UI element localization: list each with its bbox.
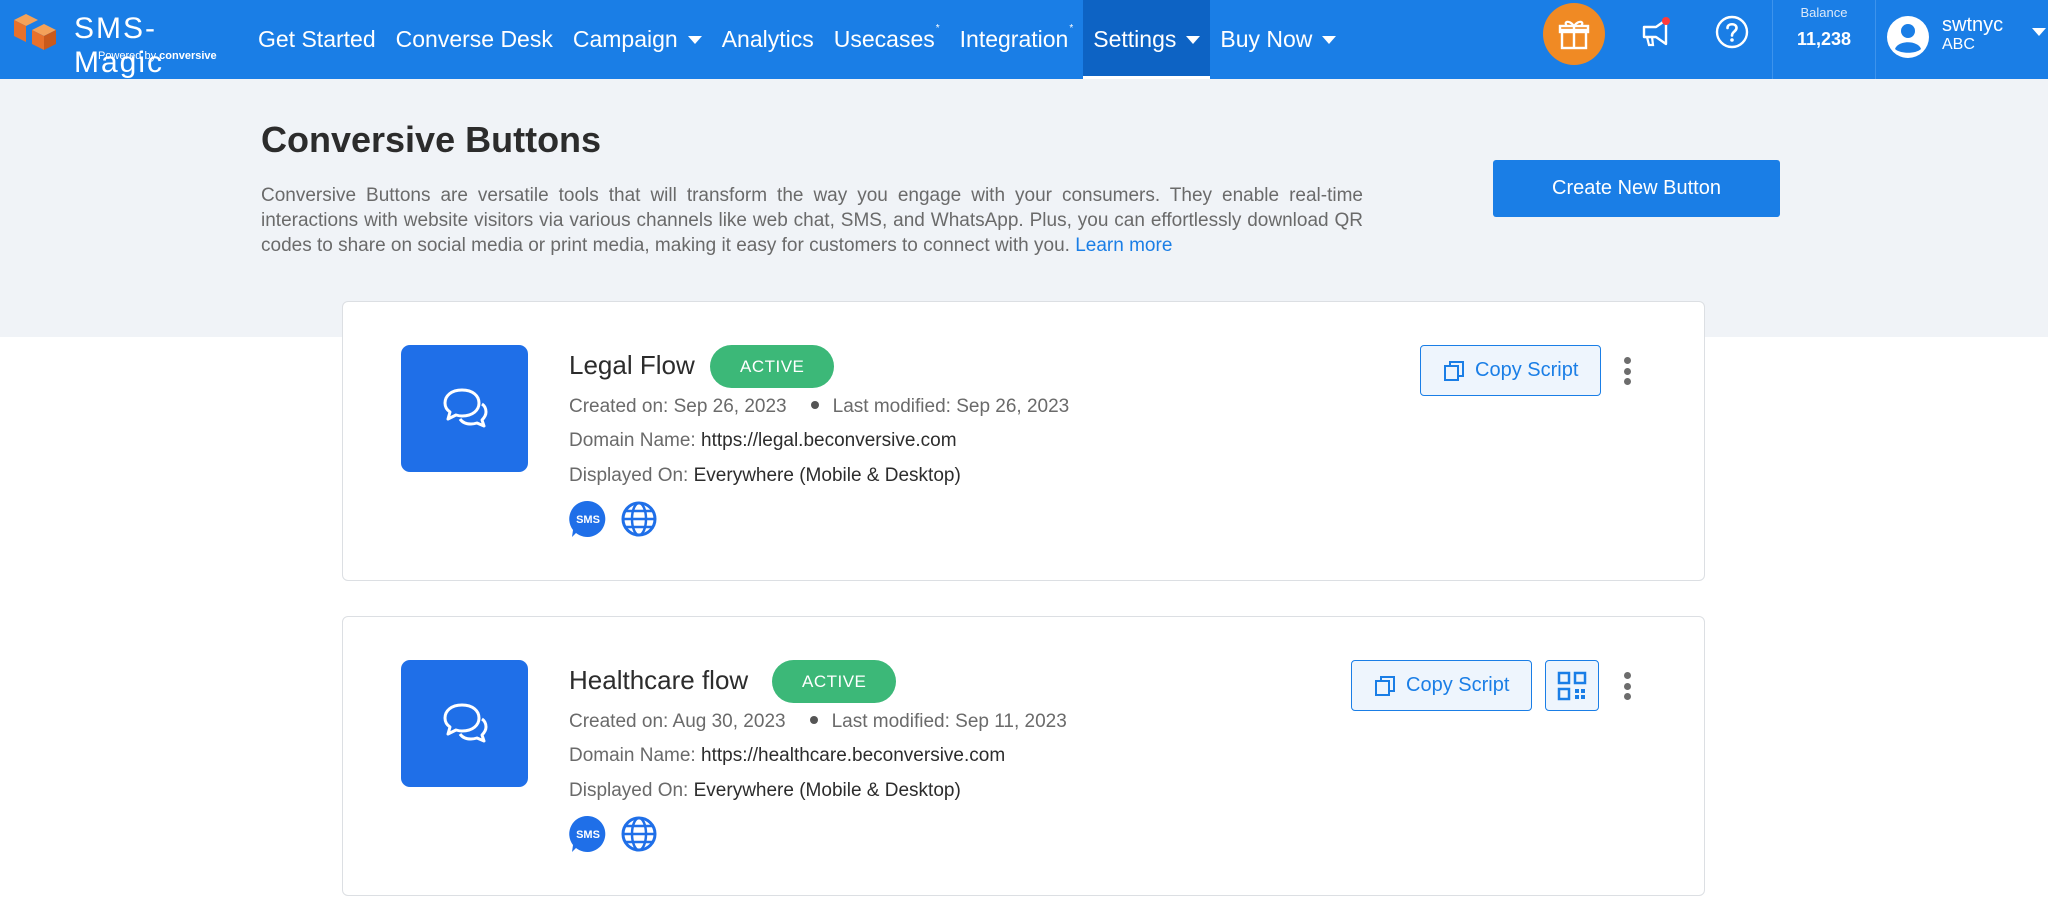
chat-bubbles-icon <box>443 703 487 742</box>
announcements-button[interactable] <box>1633 10 1677 54</box>
status-badge: ACTIVE <box>710 345 835 388</box>
button-dates: Created on: Sep 26, 2023 Last modified: S… <box>569 396 1070 417</box>
more-options-button[interactable] <box>1617 354 1637 388</box>
chevron-down-icon <box>1322 35 1337 44</box>
channel-icons: SMS <box>569 815 658 853</box>
chat-button-thumbnail <box>401 660 528 787</box>
brand-powered-by: Powered by conversive <box>98 50 217 62</box>
button-domain: Domain Name: https://healthcare.beconver… <box>569 745 1006 766</box>
nav-item-converse-desk[interactable]: Converse Desk <box>386 0 563 79</box>
button-displayed-on: Displayed On: Everywhere (Mobile & Deskt… <box>569 780 961 801</box>
copy-script-button[interactable]: Copy Script <box>1351 660 1533 711</box>
more-options-button[interactable] <box>1617 669 1637 703</box>
button-displayed-on: Displayed On: Everywhere (Mobile & Deskt… <box>569 465 961 486</box>
kebab-dot <box>1623 682 1631 690</box>
nav-item-integration[interactable]: Integration * <box>950 0 1084 79</box>
sms-channel-icon: SMS <box>569 815 606 852</box>
nav-item-buy-now[interactable]: Buy Now <box>1210 0 1346 79</box>
page-title: Conversive Buttons <box>261 119 602 160</box>
page-header: Conversive Buttons Conversive Buttons ar… <box>0 79 2048 337</box>
user-icon <box>1887 16 1929 58</box>
sms-label: SMS <box>576 514 600 526</box>
nav-item-analytics[interactable]: Analytics <box>712 0 824 79</box>
help-button[interactable] <box>1710 10 1754 54</box>
button-card: Healthcare flow ACTIVE Created on: Aug 3… <box>342 616 1705 896</box>
qr-code-icon <box>1557 671 1587 700</box>
copy-script-label: Copy Script <box>1475 359 1579 381</box>
button-domain: Domain Name: https://legal.beconversive.… <box>569 430 957 451</box>
copy-icon <box>1375 675 1395 696</box>
qr-code-button[interactable] <box>1545 660 1599 711</box>
button-card: Legal Flow ACTIVE Created on: Sep 26, 20… <box>342 301 1705 581</box>
chat-bubbles-icon <box>443 388 487 427</box>
status-badge: ACTIVE <box>772 660 897 703</box>
new-marker: * <box>935 23 940 34</box>
top-navbar: SMS-Magic Powered by conversive Get Star… <box>0 0 2048 79</box>
chevron-down-icon <box>687 35 702 44</box>
main-menu: Get Started Converse Desk Campaign Analy… <box>248 0 1346 79</box>
balance-display: Balance 11,238 <box>1772 0 1876 79</box>
learn-more-link[interactable]: Learn more <box>1075 235 1172 256</box>
nav-item-usecases[interactable]: Usecases * <box>824 0 950 79</box>
create-new-button[interactable]: Create New Button <box>1493 160 1780 217</box>
kebab-dot <box>1623 693 1631 700</box>
megaphone-icon <box>1642 17 1670 47</box>
kebab-dot <box>1623 357 1631 364</box>
chevron-down-icon <box>1186 35 1201 44</box>
button-name: Legal Flow <box>569 350 695 380</box>
kebab-dot <box>1623 367 1631 375</box>
button-name: Healthcare flow <box>569 665 749 695</box>
channel-icons: SMS <box>569 500 658 538</box>
help-icon <box>1715 15 1749 49</box>
brand-logo[interactable]: SMS-Magic Powered by conversive <box>12 10 232 79</box>
copy-icon <box>1444 360 1464 381</box>
chat-button-thumbnail <box>401 345 528 472</box>
balance-label: Balance <box>1800 5 1848 20</box>
separator-dot <box>809 716 818 725</box>
user-org: ABC <box>1942 36 1975 53</box>
user-menu[interactable]: swtnyc ABC <box>1884 0 2046 79</box>
nav-item-settings[interactable]: Settings <box>1083 0 1211 79</box>
logo-mark-icon <box>14 14 56 50</box>
chevron-down-icon <box>2032 28 2046 36</box>
separator-dot <box>810 401 819 410</box>
web-channel-icon <box>621 816 657 852</box>
kebab-dot <box>1623 672 1631 679</box>
button-dates: Created on: Aug 30, 2023 Last modified: S… <box>569 711 1067 732</box>
copy-script-label: Copy Script <box>1406 674 1510 696</box>
balance-value: 11,238 <box>1796 29 1852 49</box>
web-channel-icon <box>621 501 657 537</box>
nav-item-get-started[interactable]: Get Started <box>248 0 386 79</box>
gift-icon <box>1558 20 1590 50</box>
gift-button[interactable] <box>1543 3 1605 65</box>
user-name: swtnyc <box>1942 14 2004 36</box>
new-marker: * <box>1069 23 1074 34</box>
copy-script-button[interactable]: Copy Script <box>1420 345 1602 396</box>
brand-name: SMS-Magic <box>74 12 165 79</box>
nav-item-campaign[interactable]: Campaign <box>563 0 712 79</box>
sms-label: SMS <box>576 829 600 841</box>
kebab-dot <box>1623 378 1631 385</box>
sms-channel-icon: SMS <box>569 500 606 537</box>
page-description: Conversive Buttons are versatile tools t… <box>261 185 1363 256</box>
